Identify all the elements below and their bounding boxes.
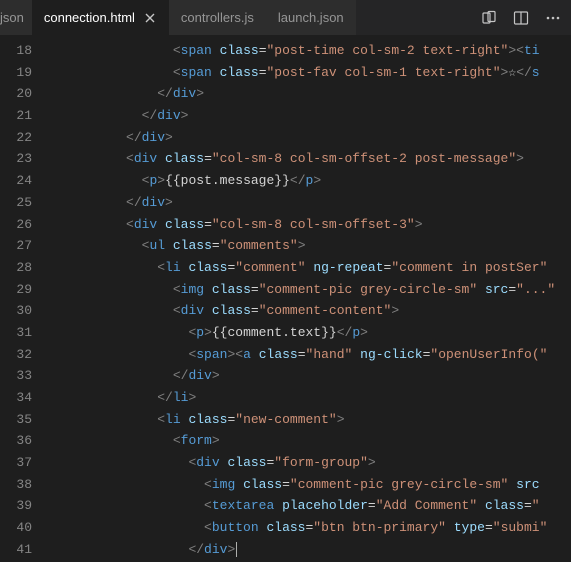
code-line[interactable]: <div class="col-sm-8 col-sm-offset-2 pos… [48, 148, 571, 170]
code-line[interactable]: <textarea placeholder="Add Comment" clas… [48, 495, 571, 517]
line-number: 25 [0, 192, 48, 214]
tab-controllers-js[interactable]: controllers.js [169, 0, 266, 35]
code-line[interactable]: <img class="comment-pic grey-circle-sm" … [48, 474, 571, 496]
line-number: 28 [0, 257, 48, 279]
compare-changes-icon[interactable] [479, 8, 499, 28]
line-number: 31 [0, 322, 48, 344]
code-line[interactable]: </div> [48, 105, 571, 127]
line-number: 30 [0, 300, 48, 322]
line-number: 22 [0, 127, 48, 149]
code-line[interactable]: <div class="form-group"> [48, 452, 571, 474]
line-number: 24 [0, 170, 48, 192]
line-number: 23 [0, 148, 48, 170]
line-number: 20 [0, 83, 48, 105]
line-number: 26 [0, 214, 48, 236]
tab-actions [471, 8, 571, 28]
code-line[interactable]: <ul class="comments"> [48, 235, 571, 257]
code-line[interactable]: <span class="post-time col-sm-2 text-rig… [48, 40, 571, 62]
tab-partial-left[interactable]: json [0, 0, 32, 35]
code-line[interactable]: <img class="comment-pic grey-circle-sm" … [48, 279, 571, 301]
line-number: 37 [0, 452, 48, 474]
line-number: 36 [0, 430, 48, 452]
more-actions-icon[interactable] [543, 8, 563, 28]
line-number: 29 [0, 279, 48, 301]
code-line[interactable]: <div class="col-sm-8 col-sm-offset-3"> [48, 214, 571, 236]
line-number: 27 [0, 235, 48, 257]
code-line[interactable]: <button class="btn btn-primary" type="su… [48, 517, 571, 539]
code-line[interactable]: <li class="new-comment"> [48, 409, 571, 431]
line-number: 33 [0, 365, 48, 387]
code-line[interactable]: <p>{{post.message}}</p> [48, 170, 571, 192]
line-number: 18 [0, 40, 48, 62]
code-line[interactable]: </div> [48, 192, 571, 214]
code-line[interactable]: <form> [48, 430, 571, 452]
line-number: 32 [0, 344, 48, 366]
code-line[interactable]: </div> [48, 83, 571, 105]
code-line[interactable]: <span class="post-fav col-sm-1 text-righ… [48, 62, 571, 84]
editor-tab-bar: json connection.html controllers.js laun… [0, 0, 571, 36]
tab-label: json [0, 10, 24, 25]
code-line[interactable]: <li class="comment" ng-repeat="comment i… [48, 257, 571, 279]
split-editor-icon[interactable] [511, 8, 531, 28]
tab-label: launch.json [278, 10, 344, 25]
tab-label: connection.html [44, 10, 135, 25]
code-line[interactable]: </div> [48, 539, 571, 561]
code-area[interactable]: <span class="post-time col-sm-2 text-rig… [48, 36, 571, 562]
close-icon[interactable] [143, 11, 157, 25]
line-number: 40 [0, 517, 48, 539]
tab-label: controllers.js [181, 10, 254, 25]
code-line[interactable]: <span><a class="hand" ng-click="openUser… [48, 344, 571, 366]
line-number: 21 [0, 105, 48, 127]
tab-launch-json[interactable]: launch.json [266, 0, 356, 35]
code-line[interactable]: </div> [48, 127, 571, 149]
code-editor[interactable]: 18 19 20 21 22 23 24 25 26 27 28 29 30 3… [0, 36, 571, 562]
line-number: 35 [0, 409, 48, 431]
tab-connection-html[interactable]: connection.html [32, 0, 169, 35]
code-line[interactable]: <div class="comment-content"> [48, 300, 571, 322]
line-number: 39 [0, 495, 48, 517]
code-line[interactable]: <p>{{comment.text}}</p> [48, 322, 571, 344]
code-line[interactable]: </div> [48, 365, 571, 387]
line-number: 19 [0, 62, 48, 84]
line-number: 38 [0, 474, 48, 496]
line-number: 34 [0, 387, 48, 409]
line-number-gutter: 18 19 20 21 22 23 24 25 26 27 28 29 30 3… [0, 36, 48, 562]
code-line[interactable]: </li> [48, 387, 571, 409]
line-number: 41 [0, 539, 48, 561]
